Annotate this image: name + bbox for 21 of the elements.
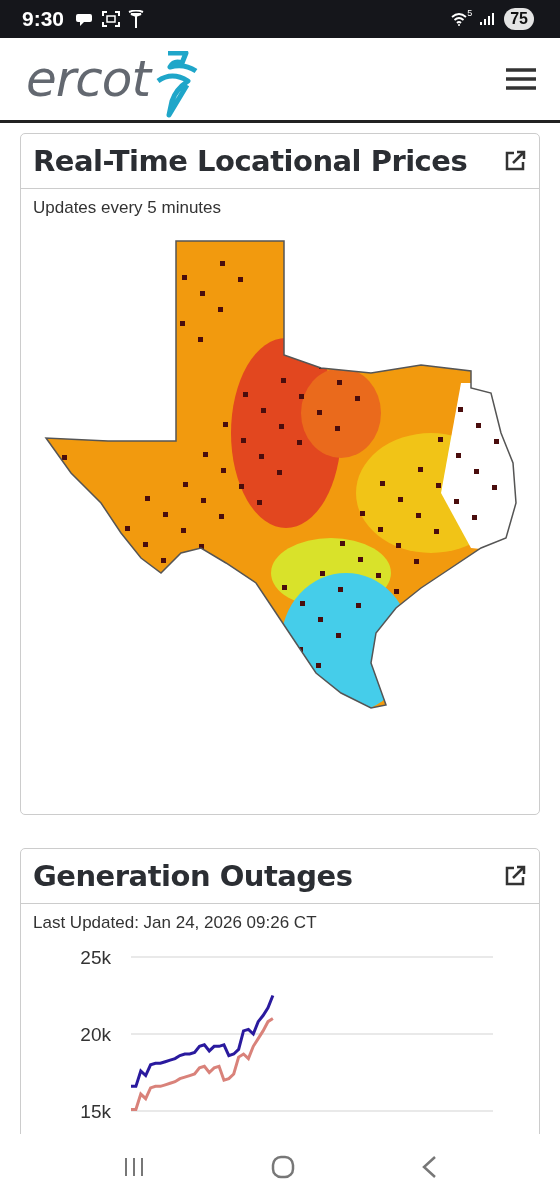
battery-badge: 75 bbox=[504, 8, 534, 30]
recent-apps-icon[interactable] bbox=[123, 1157, 145, 1177]
card-title: Generation Outages bbox=[33, 859, 353, 893]
axis-tick-label: 15k bbox=[80, 1101, 111, 1122]
wifi-icon bbox=[451, 12, 468, 26]
chat-bubble-icon bbox=[76, 11, 95, 27]
status-time: 9:30 bbox=[22, 7, 65, 31]
card-title: Real-Time Locational Prices bbox=[33, 144, 468, 178]
card-subtitle: Last Updated: Jan 24, 2026 09:26 CT bbox=[33, 913, 318, 933]
signal-icon bbox=[480, 12, 497, 26]
wifi-label: 5 bbox=[467, 8, 473, 18]
screenshot-icon bbox=[102, 11, 121, 27]
card-subtitle: Updates every 5 minutes bbox=[33, 198, 223, 218]
axis-tick-label: 20k bbox=[80, 1024, 111, 1045]
back-icon[interactable] bbox=[421, 1155, 437, 1179]
home-icon[interactable] bbox=[271, 1155, 295, 1179]
axis-tick-label: 25k bbox=[80, 947, 111, 968]
t-logo-icon bbox=[128, 10, 145, 28]
external-link-icon[interactable] bbox=[503, 864, 527, 888]
menu-icon[interactable] bbox=[506, 67, 536, 91]
external-link-icon[interactable] bbox=[503, 149, 527, 173]
